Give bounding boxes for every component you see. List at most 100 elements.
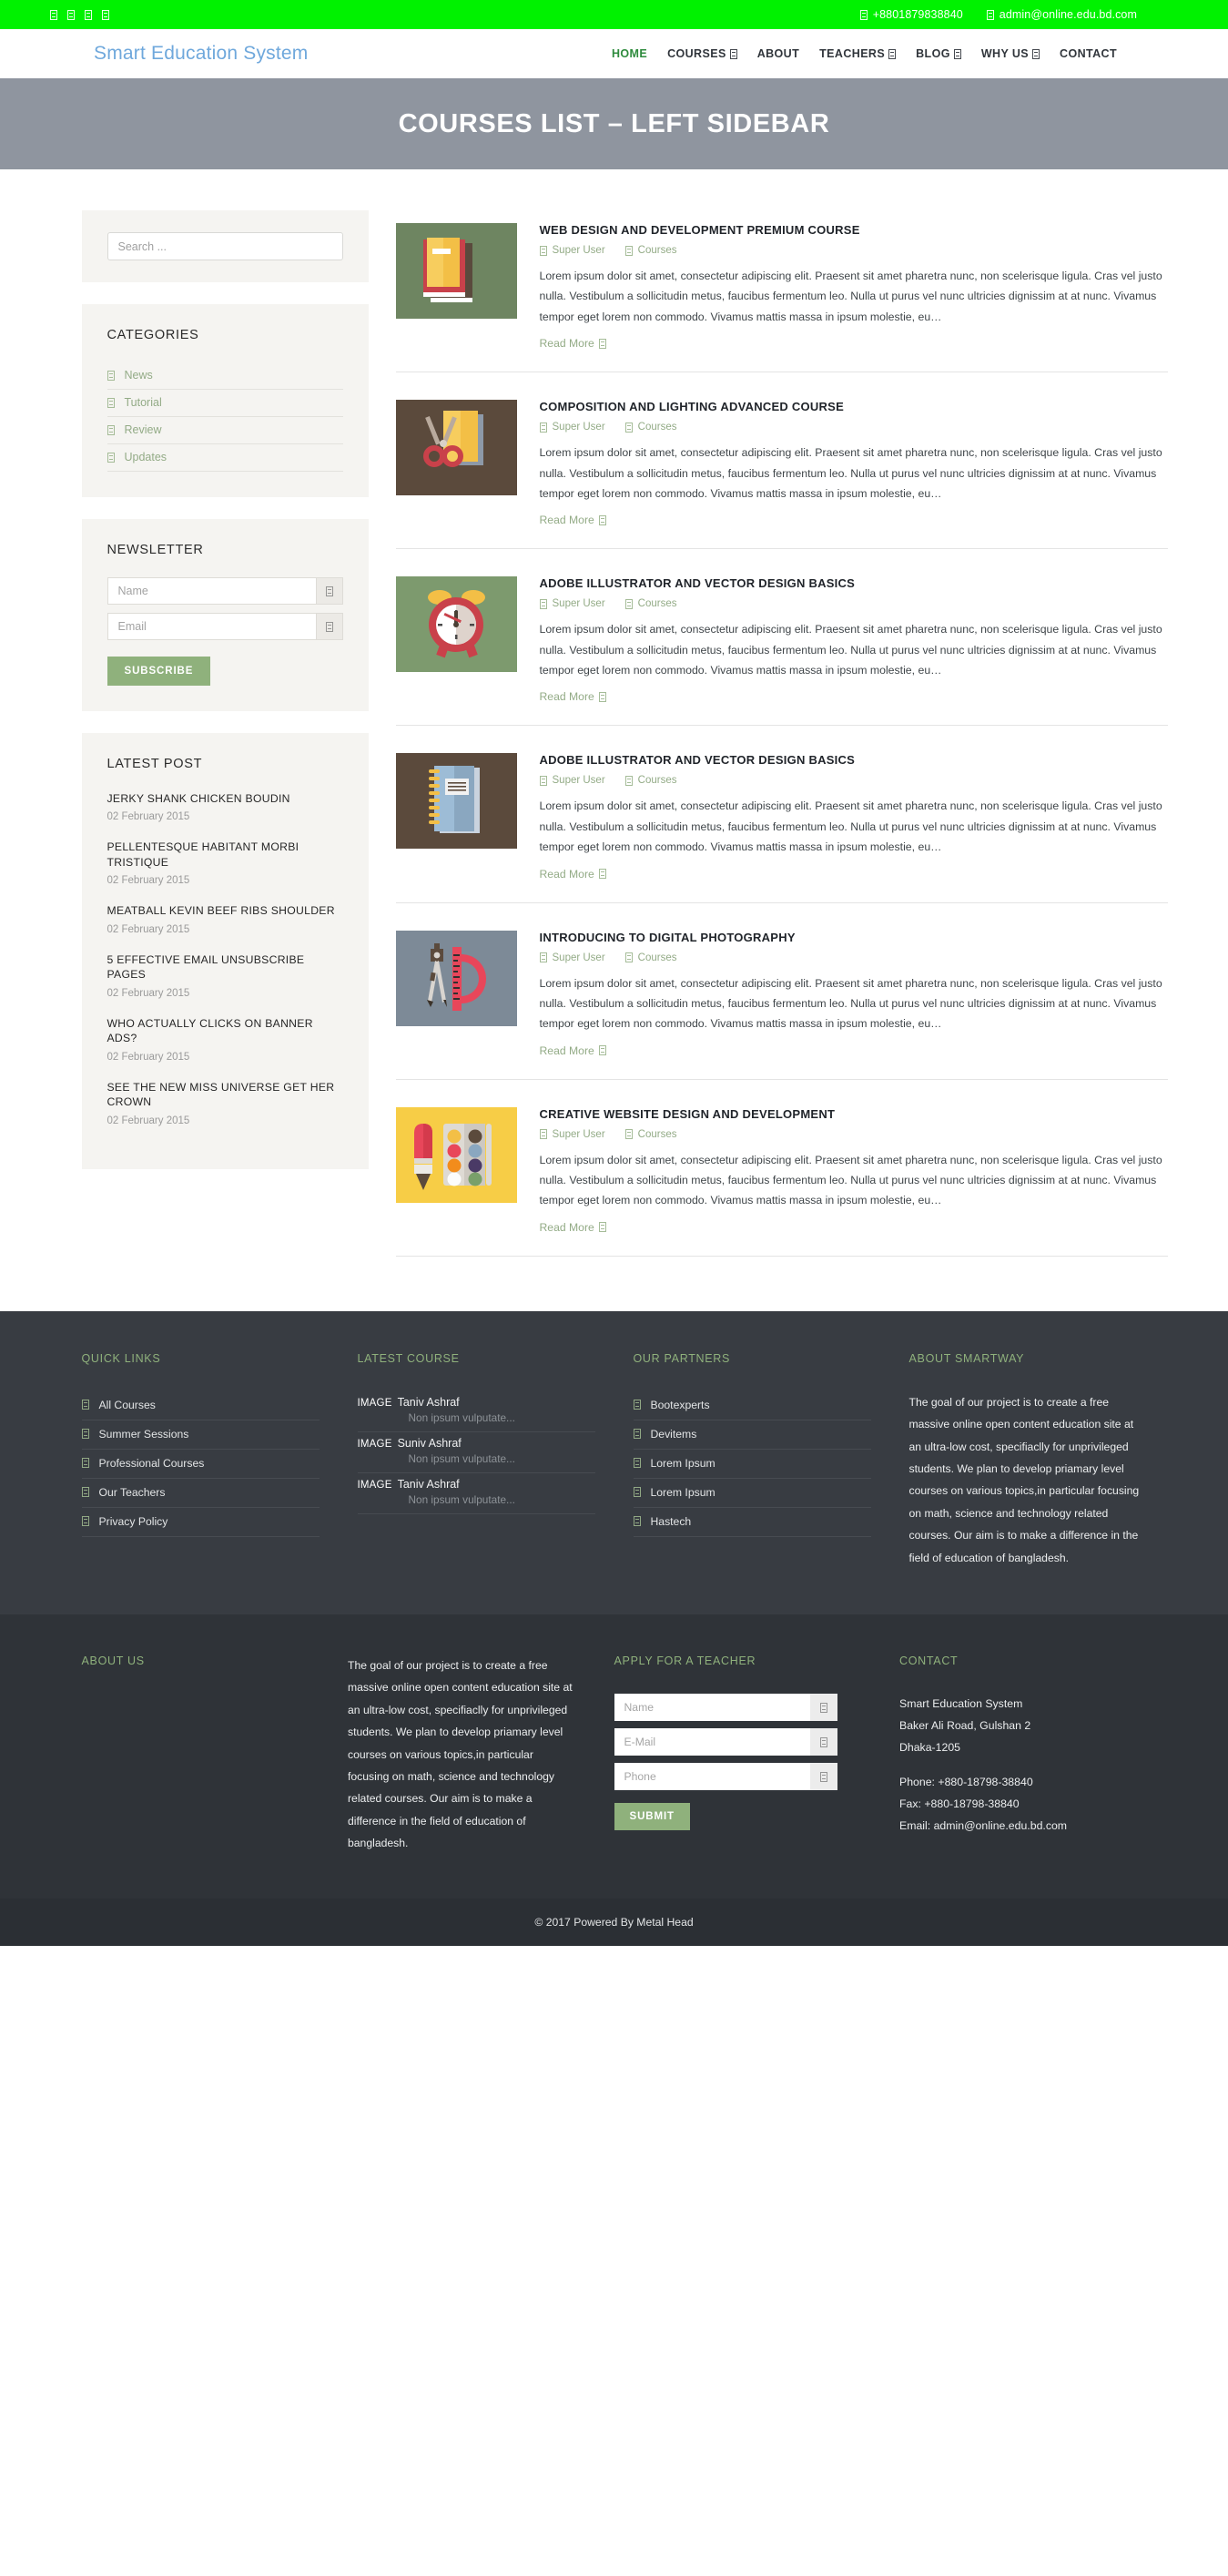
site-logo[interactable]: Smart Education System [94,43,309,65]
nav-item-about[interactable]: ABOUT [757,47,799,60]
google-plus-icon[interactable] [85,9,92,20]
arrow-right-icon [598,691,606,702]
apply-name-input[interactable] [614,1694,810,1721]
list-item: PELLENTESQUE HABITANT MORBI TRISTIQUE 02… [107,840,343,886]
post-title[interactable]: 5 EFFECTIVE EMAIL UNSUBSCRIBE PAGES [107,952,343,983]
folder-icon [624,422,633,433]
course-category[interactable]: Courses [624,245,677,256]
course-category[interactable]: Courses [624,952,677,963]
read-more-link[interactable]: Read More [540,337,606,350]
course-meta: Super User Courses [539,422,1168,433]
post-title[interactable]: MEATBALL KEVIN BEEF RIBS SHOULDER [107,903,343,918]
course-author[interactable]: Super User [539,775,605,786]
category-item-updates[interactable]: Updates [107,444,343,472]
quick-link-all-courses[interactable]: All Courses [81,1391,320,1420]
category-item-news[interactable]: News [107,362,343,390]
course-title[interactable]: ADOBE ILLUSTRATOR AND VECTOR DESIGN BASI… [540,576,1168,590]
envelope-icon[interactable] [809,1728,837,1756]
topbar-email-text: admin@online.edu.bd.com [999,8,1137,21]
course-author[interactable]: Super User [539,422,605,433]
newsletter-email-input[interactable] [107,613,316,640]
read-more-link[interactable]: Read More [540,1044,606,1057]
quick-link-summer-sessions[interactable]: Summer Sessions [81,1420,320,1450]
read-more-link[interactable]: Read More [540,690,606,703]
course-name[interactable]: Suniv Ashraf [398,1437,462,1450]
course-author[interactable]: Super User [539,952,605,963]
post-date: 02 February 2015 [107,1051,190,1063]
user-icon [539,775,547,786]
notebook-illustration[interactable] [395,753,517,850]
apply-phone-input[interactable] [614,1763,810,1790]
category-item-review[interactable]: Review [107,417,343,444]
subscribe-button[interactable]: SUBSCRIBE [107,657,211,686]
read-more-link[interactable]: Read More [540,514,606,526]
envelope-icon[interactable] [315,613,343,640]
course-excerpt: Lorem ipsum dolor sit amet, consectetur … [539,976,1162,1031]
partner-lorem-ipsum-2[interactable]: Lorem Ipsum [633,1479,871,1508]
course-author[interactable]: Super User [539,245,605,256]
course-title[interactable]: INTRODUCING TO DIGITAL PHOTOGRAPHY [540,931,1168,944]
sidebar: CATEGORIES News Tutorial Review Updates … [41,210,369,1191]
course-author[interactable]: Super User [539,1129,605,1140]
newsletter-title: NEWSLETTER [107,543,204,557]
search-input[interactable] [107,232,343,260]
nav-item-courses[interactable]: COURSES [667,47,737,60]
course-author[interactable]: Super User [539,598,605,610]
user-icon[interactable] [315,577,343,605]
category-label: News [124,369,153,382]
newsletter-name-input[interactable] [107,577,316,605]
nav-item-blog[interactable]: BLOG [916,47,961,60]
alarm-clock-illustration[interactable] [395,576,517,673]
nav-item-teachers[interactable]: TEACHERS [819,47,897,60]
linkedin-icon[interactable] [102,9,109,20]
list-item: IMAGE Suniv Ashraf Non ipsum vulputate..… [357,1432,595,1473]
submit-button[interactable]: SUBMIT [614,1803,690,1830]
nav-item-why-us[interactable]: WHY US [981,47,1040,60]
compass-protractor-illustration[interactable] [395,930,517,1026]
facebook-icon[interactable] [50,9,57,20]
post-title[interactable]: WHO ACTUALLY CLICKS ON BANNER ADS? [107,1016,343,1046]
contact-email[interactable]: Email: admin@online.edu.bd.com [899,1816,1147,1838]
post-title[interactable]: JERKY SHANK CHICKEN BOUDIN [107,791,343,806]
category-label: Courses [637,775,677,787]
nav-item-contact[interactable]: CONTACT [1060,47,1117,60]
category-item-tutorial[interactable]: Tutorial [107,390,343,417]
course-title[interactable]: ADOBE ILLUSTRATOR AND VECTOR DESIGN BASI… [540,753,1168,767]
author-label: Super User [552,598,605,610]
partner-hastech[interactable]: Hastech [633,1508,871,1537]
course-item: CREATIVE WEBSITE DESIGN AND DEVELOPMENT … [395,1095,1168,1257]
post-title[interactable]: SEE THE NEW MISS UNIVERSE GET HER CROWN [107,1080,343,1110]
partner-lorem-ipsum-1[interactable]: Lorem Ipsum [633,1450,871,1479]
quick-link-professional-courses[interactable]: Professional Courses [81,1450,320,1479]
quick-link-label: Summer Sessions [98,1427,189,1441]
read-more-link[interactable]: Read More [540,868,606,881]
course-name[interactable]: Taniv Ashraf [398,1478,460,1491]
user-icon [539,1129,547,1140]
post-title[interactable]: PELLENTESQUE HABITANT MORBI TRISTIQUE [107,840,343,870]
paint-palette-illustration[interactable] [395,1106,517,1203]
course-category[interactable]: Courses [624,775,677,787]
apply-email-input[interactable] [614,1728,810,1756]
course-title[interactable]: CREATIVE WEBSITE DESIGN AND DEVELOPMENT [540,1107,1168,1121]
course-category[interactable]: Courses [624,598,677,609]
twitter-icon[interactable] [67,9,75,20]
course-category[interactable]: Courses [624,1129,677,1140]
books-illustration[interactable] [395,223,517,319]
quick-link-privacy-policy[interactable]: Privacy Policy [81,1508,320,1537]
topbar-email[interactable]: admin@online.edu.bd.com [986,8,1137,21]
phone-icon[interactable] [809,1763,837,1790]
course-name[interactable]: Taniv Ashraf [398,1396,460,1409]
course-title[interactable]: COMPOSITION AND LIGHTING ADVANCED COURSE [540,400,1168,413]
quick-link-our-teachers[interactable]: Our Teachers [81,1479,320,1508]
folder-icon [624,1129,633,1140]
user-icon[interactable] [809,1694,837,1721]
scissors-paper-illustration[interactable] [395,400,517,496]
list-item: 5 EFFECTIVE EMAIL UNSUBSCRIBE PAGES 02 F… [107,952,343,999]
read-more-link[interactable]: Read More [540,1221,606,1234]
partner-bootexperts[interactable]: Bootexperts [633,1391,871,1420]
nav-item-home[interactable]: HOME [612,47,647,60]
partner-devitems[interactable]: Devitems [633,1420,871,1450]
author-label: Super User [552,245,605,256]
course-category[interactable]: Courses [624,422,677,433]
course-title[interactable]: WEB DESIGN AND DEVELOPMENT PREMIUM COURS… [540,223,1168,237]
